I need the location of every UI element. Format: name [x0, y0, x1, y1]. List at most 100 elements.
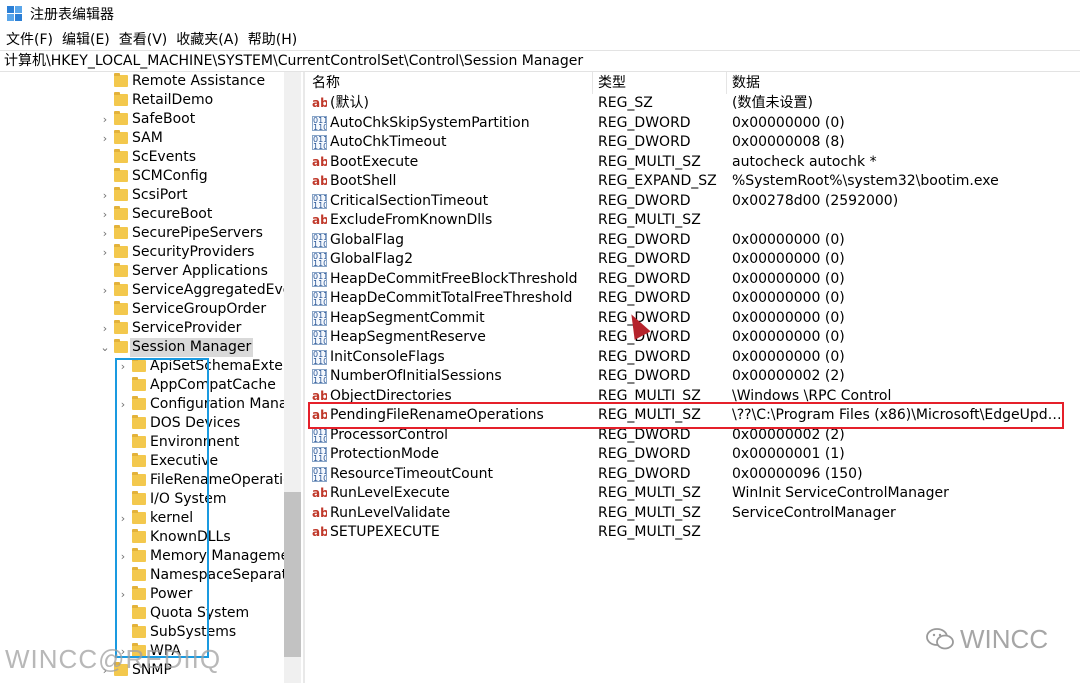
menu-help[interactable]: 帮助(H): [248, 28, 297, 50]
tree-item[interactable]: Server Applications: [0, 262, 284, 281]
chevron-down-icon[interactable]: ⌄: [100, 338, 110, 357]
binary-value-icon: 011 110: [312, 232, 327, 248]
value-type: REG_DWORD: [598, 192, 691, 209]
value-data: autocheck autochk *: [732, 153, 877, 170]
value-row[interactable]: 011 110 NumberOfInitialSessions REG_DWORD 0x…: [306, 367, 1080, 387]
value-name: NumberOfInitialSessions: [330, 368, 502, 384]
chevron-right-icon[interactable]: [100, 300, 110, 319]
value-row[interactable]: 011 110 CriticalSectionTimeout REG_DWORD 0x0…: [306, 192, 1080, 212]
folder-icon: [114, 92, 128, 106]
chevron-right-icon[interactable]: [100, 148, 110, 167]
value-row[interactable]: 011 110 AutoChkSkipSystemPartition REG_DWOR…: [306, 114, 1080, 134]
tree-item[interactable]: › SecureBoot: [0, 205, 284, 224]
value-type: REG_DWORD: [598, 290, 691, 306]
chevron-right-icon[interactable]: ›: [100, 319, 110, 338]
string-value-icon: ab: [312, 525, 327, 539]
tree-scrollbar-thumb[interactable]: [284, 492, 301, 657]
value-name: AutoChkTimeout: [330, 134, 447, 150]
chevron-right-icon[interactable]: ›: [100, 186, 110, 205]
value-row[interactable]: ab BootExecute REG_MULTI_SZ autocheck autoc…: [306, 153, 1080, 173]
menu-edit[interactable]: 编辑(E): [62, 28, 110, 50]
tree-item[interactable]: RetailDemo: [0, 91, 284, 110]
string-value-icon: ab: [312, 174, 327, 188]
value-row[interactable]: ab ExcludeFromKnownDlls REG_MULTI_SZ: [306, 211, 1080, 231]
tree-item[interactable]: SCMConfig: [0, 167, 284, 186]
value-row[interactable]: 011 110 ProtectionMode REG_DWORD 0x00000001 …: [306, 445, 1080, 465]
binary-value-icon: 011 110: [312, 135, 327, 150]
menu-favorites[interactable]: 收藏夹(A): [176, 28, 239, 50]
chevron-right-icon[interactable]: ›: [100, 281, 110, 300]
value-data: 0x00000000 (0): [732, 114, 845, 131]
tree-item[interactable]: Remote Assistance: [0, 72, 284, 91]
menu-file[interactable]: 文件(F): [6, 28, 53, 50]
value-row[interactable]: ab BootShell REG_EXPAND_SZ %SystemRoot%\sys…: [306, 172, 1080, 192]
chevron-right-icon[interactable]: ›: [100, 129, 110, 148]
chevron-right-icon[interactable]: ›: [100, 110, 110, 129]
value-row[interactable]: 011 110 HeapDeCommitTotalFreeThreshold REG_…: [306, 289, 1080, 309]
tree-item[interactable]: › ServiceProvider: [0, 319, 284, 338]
chevron-right-icon[interactable]: ›: [100, 224, 110, 243]
value-row[interactable]: 011 110 GlobalFlag REG_DWORD 0x00000000 (0): [306, 231, 1080, 251]
value-row[interactable]: 011 110 InitConsoleFlags REG_DWORD 0x0000000…: [306, 348, 1080, 368]
value-type: REG_SZ: [598, 95, 653, 111]
value-row[interactable]: 011 110 HeapSegmentCommit REG_DWORD 0x000000…: [306, 309, 1080, 329]
value-row[interactable]: 011 110 AutoChkTimeout REG_DWORD 0x00000008 …: [306, 133, 1080, 153]
value-name: SETUPEXECUTE: [330, 524, 440, 540]
string-value-icon: ab: [312, 154, 327, 169]
value-type: REG_DWORD: [598, 446, 691, 462]
folder-icon: [114, 282, 128, 296]
value-type: REG_MULTI_SZ: [598, 524, 701, 540]
tree-item[interactable]: ScEvents: [0, 148, 284, 167]
tree-item[interactable]: › ServiceAggregatedEven: [0, 281, 300, 300]
highlight-box-subkeys: [115, 358, 209, 658]
tree-item-label: ServiceGroupOrder: [132, 301, 267, 317]
chevron-right-icon[interactable]: [100, 262, 110, 281]
binary-value-icon: 011 110: [312, 369, 327, 384]
chevron-right-icon[interactable]: [100, 91, 110, 110]
address-bar[interactable]: 计算机\HKEY_LOCAL_MACHINE\SYSTEM\CurrentCon…: [0, 50, 1080, 72]
tree-item[interactable]: › SecurityProviders: [0, 243, 284, 262]
folder-icon: [114, 187, 128, 201]
column-header-type[interactable]: 类型: [592, 72, 626, 94]
column-header-name[interactable]: 名称: [306, 72, 340, 94]
folder-icon: [114, 206, 128, 220]
regedit-icon: [7, 6, 23, 22]
tree-item[interactable]: › ScsiPort: [0, 186, 284, 205]
value-name: HeapDeCommitTotalFreeThreshold: [330, 290, 573, 306]
chevron-right-icon[interactable]: [100, 72, 110, 91]
menu-view[interactable]: 查看(V): [119, 28, 168, 50]
value-row[interactable]: ab (默认) REG_SZ (数值未设置): [306, 94, 1080, 114]
value-name: BootExecute: [330, 153, 419, 170]
chevron-right-icon[interactable]: ›: [100, 243, 110, 262]
value-row[interactable]: ab RunLevelExecute REG_MULTI_SZ WinInit Ser…: [306, 484, 1080, 504]
binary-value-icon: 011 110: [312, 466, 327, 482]
tree-item[interactable]: ServiceGroupOrder: [0, 300, 284, 319]
chevron-right-icon[interactable]: [100, 167, 110, 186]
value-data: (数值未设置): [732, 95, 813, 111]
chevron-right-icon[interactable]: ›: [100, 205, 110, 224]
value-row[interactable]: 011 110 HeapDeCommitFreeBlockThreshold REG_…: [306, 270, 1080, 290]
column-header-data[interactable]: 数据: [726, 72, 760, 94]
value-row[interactable]: 011 110 ResourceTimeoutCount REG_DWORD 0x000…: [306, 465, 1080, 485]
value-row[interactable]: ab RunLevelValidate REG_MULTI_SZ ServiceCon…: [306, 504, 1080, 524]
folder-icon: [114, 168, 128, 182]
value-row[interactable]: 011 110 GlobalFlag2 REG_DWORD 0x00000000 (0): [306, 250, 1080, 270]
tree-item-label: ScsiPort: [132, 187, 188, 203]
tree-item[interactable]: › SAM: [0, 129, 284, 148]
binary-value-icon: 011 110: [312, 310, 327, 326]
values-list: 名称 类型 数据 ab (默认) REG_SZ (数值未设置) 011 110 AutoCh…: [306, 72, 1080, 683]
tree-item[interactable]: ⌄ Session Manager: [0, 338, 284, 357]
pane-splitter[interactable]: [303, 72, 305, 683]
binary-value-icon: 011 110: [312, 291, 327, 306]
tree-item[interactable]: › SafeBoot: [0, 110, 284, 129]
tree-item[interactable]: › SecurePipeServers: [0, 224, 284, 243]
folder-icon: [114, 339, 128, 353]
value-type: REG_DWORD: [598, 114, 691, 131]
folder-icon: [114, 73, 128, 87]
binary-value-icon: 011 110: [312, 193, 327, 209]
value-type: REG_DWORD: [598, 134, 691, 150]
value-row[interactable]: ab SETUPEXECUTE REG_MULTI_SZ: [306, 523, 1080, 543]
tree-item-label: SCMConfig: [132, 168, 208, 184]
value-row[interactable]: 011 110 HeapSegmentReserve REG_DWORD 0x00000…: [306, 328, 1080, 348]
value-data: 0x00000000 (0): [732, 329, 845, 345]
